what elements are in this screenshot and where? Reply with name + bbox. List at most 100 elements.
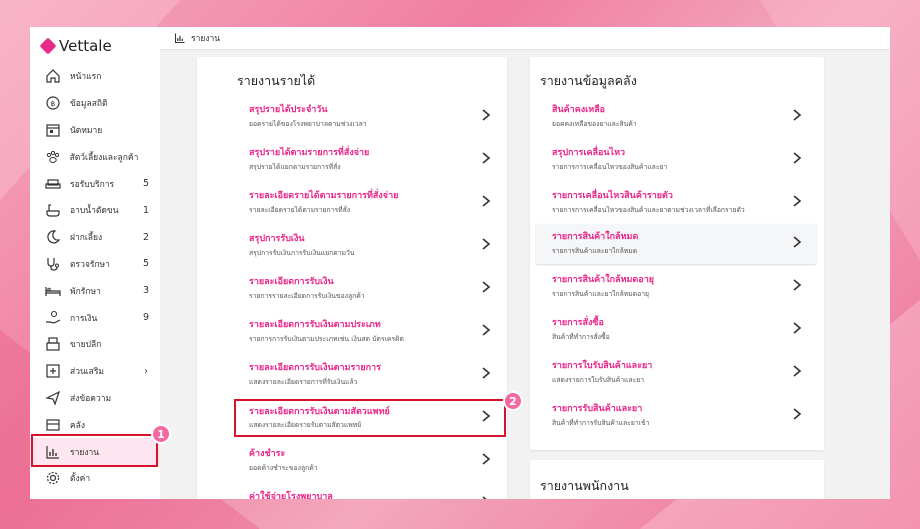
chevron-right-icon <box>482 367 491 379</box>
report-title: สรุปการเคลื่อนไหว <box>552 148 626 158</box>
report-row-vet-income[interactable]: รายละเอียดการรับเงินตามสัตวแพทย์ แสดงราย… <box>234 399 506 437</box>
report-subtitle: ยอดค้างชำระของลูกค้า <box>249 464 318 472</box>
chart-icon <box>174 32 186 44</box>
sidebar-item-home[interactable]: หน้าแรก <box>30 63 160 90</box>
sidebar-item-label: ตรวจรักษา <box>70 259 110 270</box>
report-title: รายการใบรับสินค้าและยา <box>552 361 653 371</box>
stats-icon: ฿ <box>44 94 62 112</box>
sidebar-item-expand-chevron: › <box>144 365 148 377</box>
sidebar-item-grooming[interactable]: อาบน้ำตัดขน 1 <box>30 197 160 224</box>
inventory-report-card: รายงานข้อมูลคลัง สินค้าคงเหลือ ยอดคงเหลื… <box>530 57 824 450</box>
sidebar-item-label: อาบน้ำตัดขน <box>70 206 119 217</box>
register-icon <box>44 335 62 353</box>
report-title: รายละเอียดการรับเงินตามประเภท <box>249 320 381 330</box>
sidebar-item-count: 2 <box>142 231 150 243</box>
report-row[interactable]: รายการสั่งซื้อ สินค้าที่ทำการสั่งซื้อ <box>538 310 816 350</box>
sidebar-item-messages[interactable]: ส่งข้อความ <box>30 385 160 412</box>
report-row[interactable]: รายการใบรับสินค้าและยา แสดงรายการใบรับสิ… <box>538 353 816 393</box>
income-report-card: รายงานรายได้ สรุปรายได้ประจำวัน ยอดรายได… <box>197 57 507 499</box>
box-icon <box>44 416 62 434</box>
breadcrumb: รายงาน <box>191 34 221 44</box>
sidebar-item-count: 1 <box>142 204 150 216</box>
report-subtitle: แสดงรายละเอียดรายการที่รับเงินแล้ว <box>249 378 358 386</box>
report-title: รายการสั่งซื้อ <box>552 318 604 328</box>
plus-box-icon <box>44 362 62 380</box>
gear-icon <box>44 469 62 487</box>
calendar-icon <box>44 121 62 139</box>
report-subtitle: แสดงรายละเอียดรายรับตามสัตวแพทย์ <box>249 421 362 429</box>
report-title: รายละเอียดรายได้ตามรายการที่สั่งจ่าย <box>249 191 399 201</box>
brand-logo[interactable]: Vettale <box>39 37 112 55</box>
report-row[interactable]: รายการรับสินค้าและยา สินค้าที่ทำการรับสิ… <box>538 396 816 436</box>
report-title: ค้างชำระ <box>249 449 286 459</box>
chevron-right-icon <box>482 410 491 422</box>
report-row[interactable]: สรุปรายได้ตามรายการที่สั่งจ่าย สรุปรายได… <box>235 140 505 180</box>
sidebar-item-label: ฝากเลี้ยง <box>70 233 103 244</box>
report-row[interactable]: ค้างชำระ ยอดค้างชำระของลูกค้า <box>235 441 505 481</box>
sidebar-item-label: หน้าแรก <box>70 72 102 83</box>
report-title: รายละเอียดการรับเงิน <box>249 277 334 287</box>
report-row[interactable]: สรุปการเคลื่อนไหว รายการการเคลื่อนไหวของ… <box>538 140 816 180</box>
report-row[interactable]: ค่าใช้จ่ายโรงพยาบาล <box>235 484 505 499</box>
report-subtitle: ยอดคงเหลือของยาและสินค้า <box>552 120 637 128</box>
sidebar-item-finance[interactable]: การเงิน 9 <box>30 304 160 331</box>
chevron-right-icon <box>482 152 491 164</box>
money-hand-icon <box>44 309 62 327</box>
report-row[interactable]: รายการเคลื่อนไหวสินค้ารายตัว รายการการเค… <box>538 183 816 223</box>
chevron-right-icon <box>793 236 802 248</box>
sofa-icon <box>44 175 62 193</box>
chevron-right-icon <box>482 324 491 336</box>
top-bar: รายงาน <box>160 27 890 50</box>
sidebar-item-label: รอรับบริการ <box>70 179 115 190</box>
report-title: สรุปรายได้ตามรายการที่สั่งจ่าย <box>249 148 370 158</box>
chevron-right-icon <box>482 195 491 207</box>
sidebar-item-settings[interactable]: ตั้งค่า <box>30 465 160 492</box>
chevron-right-icon <box>482 281 491 293</box>
sidebar-item-retail[interactable]: ขายปลีก <box>30 331 160 358</box>
sidebar-item-label: ส่วนเสริม <box>70 367 105 378</box>
sidebar-item-count: 5 <box>142 258 150 270</box>
report-row[interactable]: รายละเอียดรายได้ตามรายการที่สั่งจ่าย ราย… <box>235 183 505 223</box>
sidebar-item-count: 3 <box>142 285 150 297</box>
report-row[interactable]: สรุปรายได้ประจำวัน ยอดรายได้ของโรงพยาบาล… <box>235 97 505 137</box>
report-subtitle: แสดงรายการใบรับสินค้าและยา <box>552 376 645 384</box>
report-row[interactable]: รายการสินค้าใกล้หมด รายการสินค้าและยาใกล… <box>536 224 816 264</box>
report-title: สินค้าคงเหลือ <box>552 105 606 115</box>
report-row[interactable]: รายการสินค้าใกล้หมดอายุ รายการสินค้าและย… <box>538 267 816 307</box>
sidebar-item-count: 5 <box>142 178 150 190</box>
brand-name: Vettale <box>59 37 112 55</box>
sidebar-item-waiting[interactable]: รอรับบริการ 5 <box>30 170 160 197</box>
chevron-right-icon <box>793 408 802 420</box>
report-row[interactable]: รายละเอียดการรับเงิน รายการรายละเอียดการ… <box>235 269 505 309</box>
report-row[interactable]: รายละเอียดการรับเงินตามรายการ แสดงรายละเ… <box>235 355 505 395</box>
card-title: รายงานรายได้ <box>237 73 316 88</box>
chevron-right-icon <box>793 322 802 334</box>
chevron-right-icon <box>482 238 491 250</box>
report-title: รายการรับสินค้าและยา <box>552 404 643 414</box>
sidebar-item-examination[interactable]: ตรวจรักษา 5 <box>30 251 160 278</box>
send-icon <box>44 389 62 407</box>
sidebar-item-appointments[interactable]: นัดหมาย <box>30 117 160 144</box>
report-subtitle: สรุปรายได้แยกตามรายการที่สั่ง <box>249 163 341 171</box>
callout-badge-1: 1 <box>151 424 171 444</box>
sidebar-item-label: สัตว์เลี้ยงและลูกค้า <box>69 152 139 163</box>
sidebar-item-inpatient[interactable]: พักรักษา 3 <box>30 277 160 304</box>
report-title: สรุปรายได้ประจำวัน <box>249 105 328 115</box>
sidebar-item-pets-customers[interactable]: สัตว์เลี้ยงและลูกค้า <box>30 143 160 170</box>
sidebar-item-label: พักรักษา <box>70 286 101 297</box>
report-title: สรุปการรับเงิน <box>249 234 305 244</box>
report-title: รายละเอียดการรับเงินตามสัตวแพทย์ <box>249 407 390 417</box>
report-subtitle: รายการสินค้าและยาใกล้หมดอายุ <box>552 290 650 298</box>
report-subtitle: สรุปการรับเงินการรับเงินแยกตามวัน <box>249 249 355 257</box>
report-subtitle: รายการการเคลื่อนไหวของสินค้าและยา <box>552 163 668 171</box>
report-subtitle: รายการการเคลื่อนไหวของสินค้าและยาตามช่วง… <box>552 206 745 214</box>
sidebar-item-boarding[interactable]: ฝากเลี้ยง 2 <box>30 224 160 251</box>
sidebar-item-stats[interactable]: ฿ ข้อมูลสถิติ <box>30 90 160 117</box>
moon-icon <box>44 228 62 246</box>
report-row[interactable]: สรุปการรับเงิน สรุปการรับเงินการรับเงินแ… <box>235 226 505 266</box>
sidebar-item-addons[interactable]: ส่วนเสริม › <box>30 358 160 385</box>
report-row[interactable]: รายละเอียดการรับเงินตามประเภท รายการการร… <box>235 312 505 352</box>
chevron-right-icon <box>793 152 802 164</box>
report-row[interactable]: สินค้าคงเหลือ ยอดคงเหลือของยาและสินค้า <box>538 97 816 137</box>
report-subtitle: รายการสินค้าและยาใกล้หมด <box>552 247 638 255</box>
